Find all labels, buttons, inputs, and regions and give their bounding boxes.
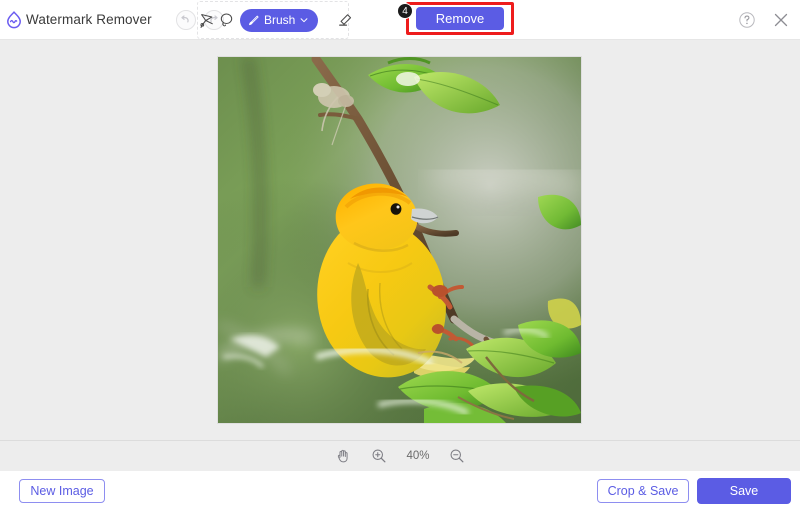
remove-button-highlight: Remove	[406, 2, 514, 35]
save-button[interactable]: Save	[697, 478, 791, 504]
help-button[interactable]	[736, 9, 758, 31]
pan-hand-button[interactable]	[333, 446, 353, 466]
polygon-lasso-icon	[198, 11, 217, 30]
app-title: Watermark Remover	[26, 12, 152, 27]
zoom-in-button[interactable]	[369, 446, 389, 466]
brush-tool-dropdown[interactable]: Brush	[240, 9, 318, 32]
magnifier-plus-icon	[371, 448, 387, 464]
freehand-lasso-tool[interactable]	[217, 5, 236, 35]
step-number-badge: 4	[397, 3, 413, 19]
polygon-lasso-tool[interactable]	[198, 5, 217, 35]
undo-arrow-icon	[179, 13, 192, 26]
chevron-down-icon	[299, 15, 309, 25]
hand-icon	[335, 448, 351, 464]
zoom-level-label: 40%	[405, 450, 431, 462]
watermark-remover-window: Watermark Remover	[0, 0, 800, 511]
preview-image[interactable]	[218, 57, 581, 423]
watermark-wave-logo-icon	[4, 10, 24, 30]
remove-button[interactable]: Remove	[416, 7, 504, 30]
crop-and-save-button[interactable]: Crop & Save	[597, 479, 689, 503]
zoom-toolbar: 40%	[0, 440, 800, 470]
magnifier-minus-icon	[449, 448, 465, 464]
eraser-icon	[335, 11, 354, 30]
new-image-button[interactable]: New Image	[19, 479, 105, 503]
bird-photo-illustration	[218, 57, 581, 423]
close-button[interactable]	[770, 9, 792, 31]
undo-button[interactable]	[176, 10, 196, 30]
topbar-right-actions	[736, 0, 792, 40]
brush-tool-label: Brush	[264, 13, 295, 27]
freehand-lasso-icon	[217, 11, 236, 30]
top-toolbar: Watermark Remover	[0, 0, 800, 40]
editor-canvas[interactable]	[0, 40, 800, 440]
eraser-tool[interactable]	[335, 5, 354, 35]
question-mark-circle-icon	[738, 11, 756, 29]
footer-bar: New Image Crop & Save Save	[0, 470, 800, 511]
selection-tool-group: Brush	[197, 1, 349, 39]
zoom-out-button[interactable]	[447, 446, 467, 466]
brush-icon	[247, 14, 260, 27]
close-x-icon	[771, 10, 791, 30]
app-brand: Watermark Remover	[4, 10, 152, 30]
